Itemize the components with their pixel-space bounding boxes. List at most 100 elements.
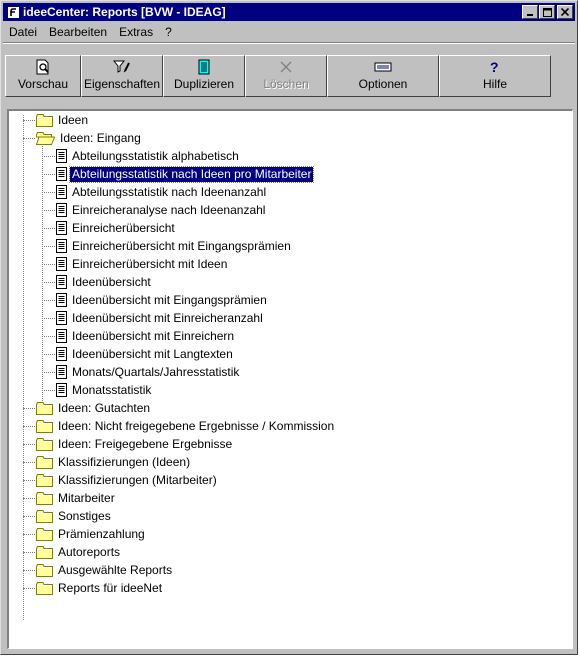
preview-button[interactable]: Vorschau bbox=[5, 55, 81, 97]
tree-folder-item[interactable]: Klassifizierungen (Mitarbeiter) bbox=[23, 471, 219, 489]
tree-report-item[interactable]: Einreicherübersicht mit Eingangsprämien bbox=[42, 237, 293, 255]
tree-folder-label: Sonstiges bbox=[58, 508, 111, 523]
options-label: Optionen bbox=[358, 77, 408, 91]
tree-report-item[interactable]: Einreicheranalyse nach Ideenanzahl bbox=[42, 201, 267, 219]
report-tree[interactable]: Ideen Ideen: Eingang Abteilungsstatistik… bbox=[7, 109, 573, 649]
tree-folder-label: Klassifizierungen (Ideen) bbox=[58, 454, 191, 469]
tree-report-label: Abteilungsstatistik nach Ideenanzahl bbox=[72, 184, 267, 199]
folder-icon bbox=[36, 113, 53, 127]
minimize-button[interactable] bbox=[522, 5, 538, 19]
tree-folder-label: Ideen: Gutachten bbox=[58, 400, 151, 415]
report-document-icon bbox=[56, 383, 67, 397]
menu-help[interactable]: ? bbox=[159, 25, 178, 39]
options-button[interactable]: Optionen bbox=[327, 55, 439, 97]
report-document-icon bbox=[56, 167, 67, 181]
report-document-icon bbox=[56, 365, 67, 379]
tree-report-item[interactable]: Monats/Quartals/Jahresstatistik bbox=[42, 363, 241, 381]
menu-bearbeiten[interactable]: Bearbeiten bbox=[43, 25, 113, 39]
report-document-icon bbox=[56, 257, 67, 271]
tree-folder-label: Autoreports bbox=[58, 544, 121, 559]
help-label: Hilfe bbox=[482, 77, 507, 91]
report-document-icon bbox=[56, 329, 67, 343]
menu-bar: Datei Bearbeiten Extras ? bbox=[3, 23, 575, 41]
folder-icon bbox=[36, 473, 53, 487]
tree-report-item[interactable]: Monatsstatistik bbox=[42, 381, 153, 399]
tree-report-item[interactable]: Abteilungsstatistik nach Ideenanzahl bbox=[42, 183, 268, 201]
duplicate-icon bbox=[194, 59, 214, 75]
tree-folder-ideen-eingang[interactable]: Ideen: Eingang bbox=[23, 129, 143, 147]
tree-report-label: Einreicherübersicht mit Ideen bbox=[72, 256, 228, 271]
tree-report-label: Ideenübersicht mit Einreichern bbox=[72, 328, 235, 343]
minimize-icon bbox=[527, 14, 533, 16]
folder-icon bbox=[36, 581, 53, 595]
toolbar-separator bbox=[3, 42, 575, 44]
help-icon: ? bbox=[485, 59, 505, 75]
tree-folder-item[interactable]: Mitarbeiter bbox=[23, 489, 117, 507]
tree-folder-label: Mitarbeiter bbox=[58, 490, 115, 505]
duplicate-button[interactable]: Duplizieren bbox=[163, 55, 245, 97]
tree-report-item[interactable]: Einreicherübersicht mit Ideen bbox=[42, 255, 229, 273]
tree-report-label: Ideenübersicht mit Langtexten bbox=[72, 346, 233, 361]
tree-report-item[interactable]: Ideenübersicht bbox=[42, 273, 153, 291]
help-button[interactable]: ? Hilfe bbox=[439, 55, 551, 97]
tree-folder-item[interactable]: Ideen: Freigegebene Ergebnisse bbox=[23, 435, 234, 453]
report-document-icon bbox=[56, 293, 67, 307]
tree-report-item[interactable]: Ideenübersicht mit Langtexten bbox=[42, 345, 235, 363]
report-document-icon bbox=[56, 221, 67, 235]
tree-folder-item[interactable]: Prämienzahlung bbox=[23, 525, 147, 543]
tree-report-item[interactable]: Einreicherübersicht bbox=[42, 219, 177, 237]
tree-report-label: Ideenübersicht mit Eingangsprämien bbox=[72, 292, 267, 307]
report-document-icon bbox=[56, 311, 67, 325]
tree-report-item[interactable]: Ideenübersicht mit Eingangsprämien bbox=[42, 291, 269, 309]
duplicate-label: Duplizieren bbox=[173, 77, 235, 91]
report-document-icon bbox=[56, 185, 67, 199]
tree-folder-item[interactable]: Autoreports bbox=[23, 543, 122, 561]
folder-icon bbox=[36, 509, 53, 523]
tree-report-label: Monatsstatistik bbox=[72, 382, 152, 397]
close-icon bbox=[561, 8, 569, 16]
tree-folder-ideen[interactable]: Ideen bbox=[23, 111, 90, 129]
tree-report-label: Einreicherübersicht bbox=[72, 220, 175, 235]
tree-folder-label: Prämienzahlung bbox=[58, 526, 145, 541]
report-document-icon bbox=[56, 347, 67, 361]
delete-button[interactable]: Löschen bbox=[245, 55, 327, 97]
tree-report-label: Ideenübersicht mit Einreicheranzahl bbox=[72, 310, 263, 325]
properties-button[interactable]: Eigenschaften bbox=[81, 55, 163, 97]
title-bar[interactable]: ideeCenter: Reports [BVW - IDEAG] bbox=[3, 3, 575, 21]
app-icon bbox=[6, 5, 20, 19]
tree-report-label: Abteilungsstatistik nach Ideen pro Mitar… bbox=[68, 165, 315, 183]
tree-report-label: Ideenübersicht bbox=[72, 274, 151, 289]
tree-folder-item[interactable]: Ideen: Nicht freigegebene Ergebnisse / K… bbox=[23, 417, 336, 435]
tree-folder-item[interactable]: Ausgewählte Reports bbox=[23, 561, 174, 579]
folder-icon bbox=[36, 419, 53, 433]
tree-report-item[interactable]: Abteilungsstatistik nach Ideen pro Mitar… bbox=[42, 165, 315, 183]
tree-folder-item[interactable]: Sonstiges bbox=[23, 507, 113, 525]
folder-icon bbox=[36, 545, 53, 559]
folder-open-icon bbox=[36, 131, 55, 145]
svg-text:?: ? bbox=[490, 59, 499, 75]
tree-folder-label: Ideen: Nicht freigegebene Ergebnisse / K… bbox=[58, 418, 335, 433]
report-document-icon bbox=[56, 149, 67, 163]
tree-report-item[interactable]: Abteilungsstatistik alphabetisch bbox=[42, 147, 241, 165]
maximize-button[interactable] bbox=[539, 5, 555, 19]
report-document-icon bbox=[56, 275, 67, 289]
menu-extras[interactable]: Extras bbox=[113, 25, 159, 39]
tree-report-label: Einreicheranalyse nach Ideenanzahl bbox=[72, 202, 266, 217]
options-icon bbox=[373, 59, 393, 75]
tree-folder-item[interactable]: Klassifizierungen (Ideen) bbox=[23, 453, 192, 471]
main-window: ideeCenter: Reports [BVW - IDEAG] Datei … bbox=[0, 0, 578, 655]
window-title: ideeCenter: Reports [BVW - IDEAG] bbox=[23, 5, 226, 19]
tree-folder-item[interactable]: Ideen: Gutachten bbox=[23, 399, 152, 417]
menu-datei[interactable]: Datei bbox=[3, 25, 43, 39]
close-button[interactable] bbox=[557, 5, 573, 19]
tree-report-item[interactable]: Ideenübersicht mit Einreichern bbox=[42, 327, 236, 345]
tree-report-label: Abteilungsstatistik alphabetisch bbox=[72, 148, 239, 163]
maximize-icon bbox=[542, 7, 552, 17]
delete-icon bbox=[276, 59, 296, 75]
tree-folder-label: Ideen: Eingang bbox=[60, 130, 141, 145]
tree-report-item[interactable]: Ideenübersicht mit Einreicheranzahl bbox=[42, 309, 265, 327]
folder-icon bbox=[36, 527, 53, 541]
tree-folder-label: Ideen bbox=[58, 112, 89, 127]
tree-folder-item[interactable]: Reports für ideeNet bbox=[23, 579, 164, 597]
toolbar: Vorschau Eigenschaften Duplizieren Lösch… bbox=[3, 42, 575, 102]
